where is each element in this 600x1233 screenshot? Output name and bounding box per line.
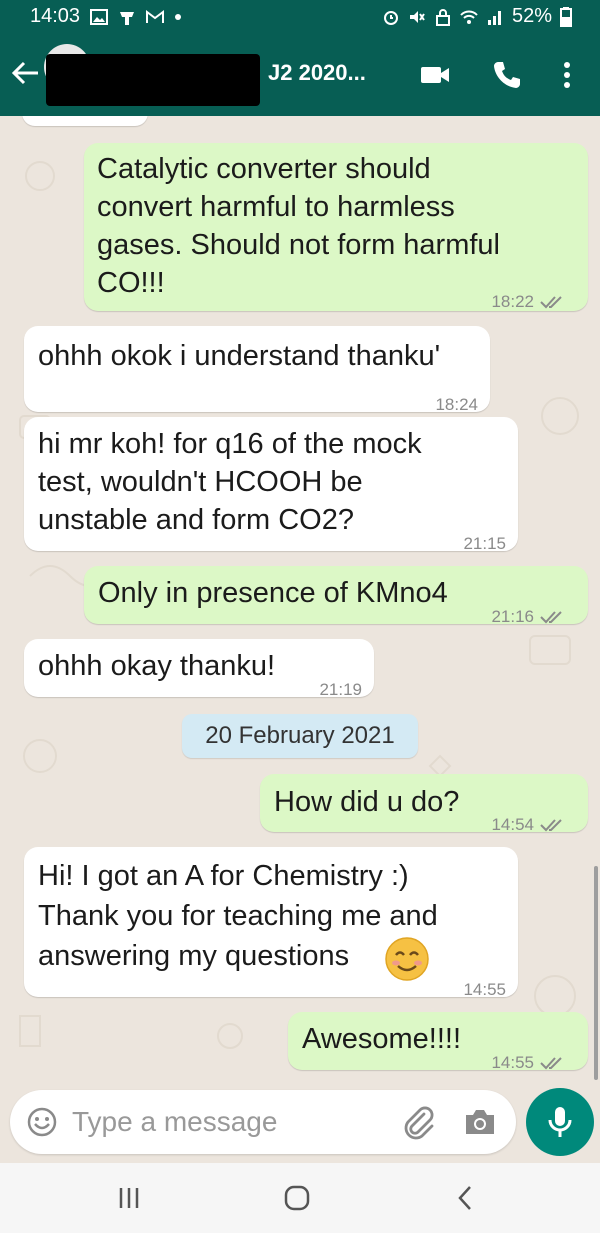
message-text: Hi! I got an A for Chemistry :) Thank yo… xyxy=(38,860,438,972)
message-meta: 18:22 xyxy=(491,283,566,321)
message-composer[interactable]: Type a message xyxy=(10,1090,516,1154)
more-options-icon[interactable] xyxy=(550,58,584,92)
message-meta: 14:54 xyxy=(491,806,566,844)
message-meta: 14:55 xyxy=(491,1044,566,1082)
message-bubble-incoming[interactable]: Hi! I got an A for Chemistry :) Thank yo… xyxy=(24,847,518,999)
read-ticks-icon xyxy=(540,296,562,309)
chat-title[interactable]: J2 2020... xyxy=(268,60,366,86)
mic-button[interactable] xyxy=(526,1088,594,1156)
message-meta: 21:15 xyxy=(463,525,506,563)
message-text: Awesome!!!! xyxy=(302,1023,462,1055)
previous-message-bubble xyxy=(22,116,148,126)
message-text: ohhh okay thanku! xyxy=(38,650,276,682)
message-text: Catalytic converter should convert harmf… xyxy=(97,153,500,299)
status-bar: 14:03 52% xyxy=(0,0,600,34)
gmail-notification-icon xyxy=(146,9,165,23)
app-notification-icon xyxy=(120,11,135,25)
message-time: 18:22 xyxy=(491,292,534,311)
video-call-icon[interactable] xyxy=(418,58,452,92)
battery-icon xyxy=(560,6,572,27)
system-navigation-bar xyxy=(0,1163,600,1233)
voice-call-icon[interactable] xyxy=(490,58,524,92)
message-time: 21:16 xyxy=(491,607,534,626)
gallery-notification-icon xyxy=(90,8,109,25)
message-bubble-outgoing[interactable]: Only in presence of KMno4 21:16 xyxy=(84,566,588,626)
read-ticks-icon xyxy=(540,819,562,832)
read-ticks-icon xyxy=(540,1057,562,1070)
message-bubble-incoming[interactable]: ohhh okok i understand thanku' 18:24 xyxy=(24,326,490,414)
emoji-icon[interactable] xyxy=(26,1106,58,1138)
more-notifications-dot-icon xyxy=(175,13,182,20)
smiling-face-icon xyxy=(385,937,429,981)
message-meta: 21:16 xyxy=(491,598,566,636)
message-bubble-outgoing[interactable]: Awesome!!!! 14:55 xyxy=(288,1012,588,1072)
mic-icon xyxy=(548,1107,572,1137)
lock-icon xyxy=(435,8,450,26)
read-ticks-icon xyxy=(540,611,562,624)
message-meta: 21:19 xyxy=(319,671,362,709)
attach-icon[interactable] xyxy=(400,1104,436,1140)
message-text: ohhh okok i understand thanku' xyxy=(38,340,441,372)
message-text: How did u do? xyxy=(274,786,460,818)
date-divider: 20 February 2021 xyxy=(182,714,418,758)
status-time: 14:03 xyxy=(30,5,81,27)
chat-header: J2 2020... xyxy=(0,34,600,116)
message-text: hi mr koh! for q16 of the mock test, wou… xyxy=(38,428,422,536)
back-arrow-icon[interactable] xyxy=(8,56,42,90)
message-meta: 14:55 xyxy=(463,971,506,1009)
battery-percent: 52% xyxy=(511,5,552,27)
message-time: 21:19 xyxy=(319,680,362,699)
back-nav-icon[interactable] xyxy=(452,1183,478,1213)
message-bubble-outgoing[interactable]: How did u do? 14:54 xyxy=(260,774,588,834)
redacted-contact-name[interactable] xyxy=(46,54,260,106)
message-input[interactable]: Type a message xyxy=(72,1106,277,1138)
message-text: Only in presence of KMno4 xyxy=(98,577,448,609)
message-bubble-incoming[interactable]: hi mr koh! for q16 of the mock test, wou… xyxy=(24,417,518,553)
signal-icon xyxy=(487,10,501,25)
message-time: 14:55 xyxy=(463,980,506,999)
chat-area[interactable]: Catalytic converter should convert harmf… xyxy=(0,116,600,1082)
message-time: 21:15 xyxy=(463,534,506,553)
home-icon[interactable] xyxy=(282,1183,312,1213)
recent-apps-icon[interactable] xyxy=(116,1185,142,1211)
wifi-icon xyxy=(460,10,478,24)
message-bubble-incoming[interactable]: ohhh okay thanku! 21:19 xyxy=(24,639,374,699)
camera-icon[interactable] xyxy=(462,1104,498,1140)
message-time: 14:55 xyxy=(491,1053,534,1072)
message-time: 14:54 xyxy=(491,815,534,834)
message-bubble-outgoing[interactable]: Catalytic converter should convert harmf… xyxy=(84,143,588,311)
alarm-icon xyxy=(383,10,398,25)
chat-scrollbar[interactable] xyxy=(594,866,598,1080)
mute-icon xyxy=(409,10,425,23)
